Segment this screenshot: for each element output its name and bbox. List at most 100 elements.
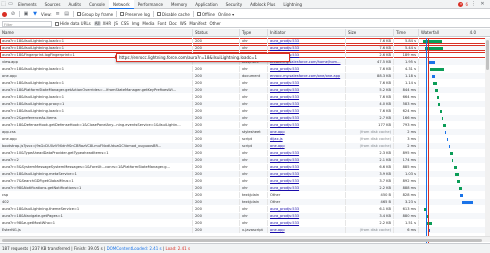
overview-icon[interactable]: ▤ <box>64 11 70 17</box>
cell-initiator[interactable]: aura_prodjs:533 <box>268 101 346 107</box>
cell-initiator[interactable]: aura_prodjs:533 <box>268 213 346 219</box>
column-header-name[interactable]: Name <box>0 29 193 37</box>
type-filter-doc[interactable]: Doc <box>168 21 178 26</box>
cell-initiator-text[interactable]: dijax.js <box>270 137 283 141</box>
table-row[interactable]: aura?r=2&preferenceAs.items 200 xhr aura_pr… <box>0 115 490 121</box>
tab-adblock-plus[interactable]: Adblock Plus <box>246 0 279 9</box>
cell-initiator[interactable]: aura_prodjs:533 <box>268 87 346 93</box>
cell-initiator[interactable]: aura_prodjs:533 <box>268 45 346 51</box>
checkbox[interactable] <box>156 12 161 16</box>
table-row[interactable]: aura?r=98&e.getMostWho=1 200 xhr aura_prodj… <box>0 220 490 226</box>
column-header-status[interactable]: Status <box>193 29 240 37</box>
table-row[interactable]: aura?r=2 200 xhr aura_prodjs:533 2.1 KB 174 m… <box>0 157 490 163</box>
cell-initiator[interactable]: aura_prodjs:533 <box>268 171 346 177</box>
cell-initiator[interactable]: aura_prodjs:533 <box>268 115 346 121</box>
throttling-select[interactable]: Online ▾ <box>218 12 234 17</box>
tab-elements[interactable]: Elements <box>14 0 41 9</box>
clear-icon[interactable]: ⊘ <box>10 11 16 17</box>
type-filter-other[interactable]: Other <box>208 21 221 26</box>
cell-initiator[interactable]: dijax.js <box>268 136 346 142</box>
type-filter-xhr[interactable]: XHR <box>102 21 113 26</box>
type-filter-all[interactable]: All <box>93 21 101 26</box>
device-toggle-icon[interactable]: ▭ <box>7 1 14 8</box>
cell-initiator-text[interactable]: aura_prodjs:533 <box>270 179 299 183</box>
cell-initiator-text[interactable]: aura_prodjs:533 <box>270 46 299 50</box>
preserve-log-checkbox[interactable]: Preserve log <box>120 12 150 17</box>
table-row[interactable]: EsterNG.js 200 x-javascript one.app (from di… <box>0 227 490 233</box>
cell-initiator-text[interactable]: one.app <box>270 144 285 148</box>
type-filter-media[interactable]: Media <box>141 21 155 26</box>
table-row[interactable]: aura?r=5&SystemMessageSystemMessages=1&F… <box>0 164 490 170</box>
group-by-frame-checkbox[interactable]: Group by frame <box>76 12 113 17</box>
type-filter-font[interactable]: Font <box>156 21 167 26</box>
cell-initiator[interactable]: aura_prodjs:533 <box>268 164 346 170</box>
checkbox[interactable] <box>120 12 125 16</box>
large-rows-icon[interactable]: ≡ <box>55 11 61 17</box>
table-row[interactable]: aura?r=18&ilsuiLightning.loadc=1 200 xhr au… <box>0 38 490 44</box>
cell-initiator[interactable]: aura_prodjs:533 <box>268 38 346 44</box>
table-row[interactable]: app.css 200 stylesheet one.app (from disk ca… <box>0 129 490 135</box>
scroll-thumb[interactable] <box>486 40 489 70</box>
close-icon[interactable]: ✕ <box>479 1 486 8</box>
table-row[interactable]: aura?r=98&Notifications.getNotifications… <box>0 185 490 191</box>
cell-initiator-text[interactable]: aura_prodjs:533 <box>270 186 299 190</box>
cell-initiator-text[interactable]: aura_prodjs:533 <box>270 172 299 176</box>
vertical-scrollbar[interactable] <box>485 38 490 236</box>
kebab-menu-icon[interactable]: ⋮ <box>470 1 477 8</box>
column-header-size[interactable]: Size <box>346 29 394 37</box>
cell-initiator-text[interactable]: one.app <box>270 228 285 232</box>
tab-lightning[interactable]: Lightning <box>279 0 306 9</box>
table-row[interactable]: 402 200 text/plain Other 465 B 3.23 s <box>0 199 490 205</box>
cell-initiator[interactable]: aura_prodjs:533 <box>268 157 346 163</box>
cell-initiator[interactable]: aura_prodjs:533 <box>268 178 346 184</box>
table-row[interactable]: aura?r=18&PlatformStateManager.getAction… <box>0 87 490 93</box>
filter-input[interactable]: Filter <box>2 20 52 27</box>
type-filter-js[interactable]: JS <box>113 21 119 26</box>
table-row[interactable]: aura?r=7&SearchGDP.getGlobalMrus=1 200 xhr… <box>0 178 490 184</box>
cell-initiator-text[interactable]: aura_prodjs:533 <box>270 165 299 169</box>
checkbox[interactable] <box>55 21 59 26</box>
table-row[interactable]: bootstrap.js?jsvx=j9sGcDU0zV9Xdn9SnCBRaz… <box>0 143 490 149</box>
cell-initiator-text[interactable]: aura_prodjs:533 <box>270 39 299 43</box>
tab-memory[interactable]: Memory <box>167 0 191 9</box>
cell-initiator-text[interactable]: aura_prodjs:533 <box>270 116 299 120</box>
column-header-time[interactable]: Time <box>394 29 419 37</box>
camera-icon[interactable]: ▣ <box>23 11 29 17</box>
column-header-type[interactable]: Type <box>240 29 268 37</box>
filter-icon[interactable]: ▼ <box>32 11 38 17</box>
cell-initiator-text[interactable]: aura_prodjs:533 <box>270 81 299 85</box>
table-row[interactable]: aura?r=18&ilsuiLightning.metaService=1 20… <box>0 171 490 177</box>
table-row[interactable]: one.app 200 script dijax.js (from disk cache… <box>0 136 490 142</box>
type-filter-img[interactable]: Img <box>131 21 141 26</box>
table-row[interactable]: aura?r=18&ilsuiLightning.loadc=1 200 xhr au… <box>0 66 490 72</box>
table-row[interactable]: aura?r=18&ilsuiLightning.proxy=1 200 xhr au… <box>0 101 490 107</box>
checkbox[interactable] <box>76 12 81 16</box>
checkbox[interactable] <box>196 12 201 16</box>
tab-performance[interactable]: Performance <box>134 0 167 9</box>
tab-console[interactable]: Console <box>85 0 109 9</box>
horizontal-scrollbar[interactable] <box>0 236 490 242</box>
offline-checkbox[interactable]: Offline <box>196 12 215 17</box>
cell-initiator-text[interactable]: aura_prodjs:533 <box>270 67 299 71</box>
cell-initiator-text[interactable]: aura_prodjs:533 <box>270 158 299 162</box>
disable-cache-checkbox[interactable]: Disable cache <box>156 12 190 17</box>
table-row[interactable]: csp 200 text/plain Other 450 B 828 ms <box>0 192 490 198</box>
cell-initiator[interactable]: aura_prodjs:533 <box>268 220 346 226</box>
cell-initiator-text[interactable]: aura_prodjs:533 <box>270 109 299 113</box>
inspect-icon[interactable]: ⬚ <box>0 1 7 8</box>
cell-initiator-text[interactable]: aura_prodjs:533 <box>270 214 299 218</box>
record-button[interactable] <box>2 11 7 17</box>
cell-initiator-text[interactable]: aura_prodjs:533 <box>270 95 299 99</box>
column-header-initiator[interactable]: Initiator <box>268 29 346 37</box>
tab-audits[interactable]: Audits <box>64 0 85 9</box>
scroll-thumb[interactable] <box>2 238 482 242</box>
cell-initiator[interactable]: aura_prodjs:533 <box>268 80 346 86</box>
cell-initiator-text[interactable]: aura_prodjs:533 <box>270 102 299 106</box>
cell-initiator-text[interactable]: one.app <box>270 130 285 134</box>
type-filter-ws[interactable]: WS <box>179 21 188 26</box>
cell-initiator[interactable]: one.app <box>268 143 346 149</box>
cell-initiator[interactable]: aura_prodjs:533 <box>268 66 346 72</box>
table-row[interactable]: aura?r=18&ilsuiLightning.loadc=1 200 xhr au… <box>0 45 490 51</box>
cell-initiator[interactable]: aura_prodjs:533 <box>268 206 346 212</box>
cell-initiator[interactable]: one.app <box>268 227 346 233</box>
